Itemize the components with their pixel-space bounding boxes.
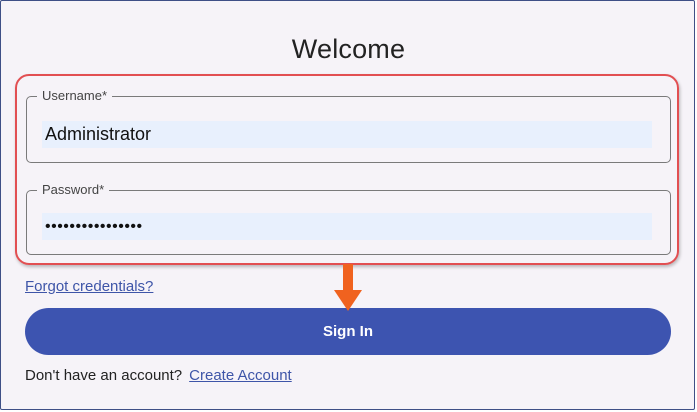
forgot-credentials-link[interactable]: Forgot credentials? — [25, 278, 153, 295]
page-title: Welcome — [291, 34, 406, 64]
create-account-link[interactable]: Create Account — [189, 367, 292, 384]
account-prompt-row: Don't have an account? Create Account — [25, 367, 292, 384]
password-label: Password* — [42, 182, 105, 197]
username-field[interactable]: Username* Administrator — [26, 88, 671, 163]
arrow-down-icon — [334, 264, 362, 311]
password-field[interactable]: Password* •••••••••••••••• — [26, 182, 671, 255]
account-prompt-text: Don't have an account? — [25, 367, 183, 384]
username-label: Username* — [42, 88, 108, 103]
sign-in-button[interactable]: Sign In — [25, 308, 671, 355]
sign-in-label: Sign In — [323, 323, 373, 340]
username-input[interactable]: Administrator — [42, 121, 652, 148]
password-input[interactable]: •••••••••••••••• — [42, 213, 652, 240]
